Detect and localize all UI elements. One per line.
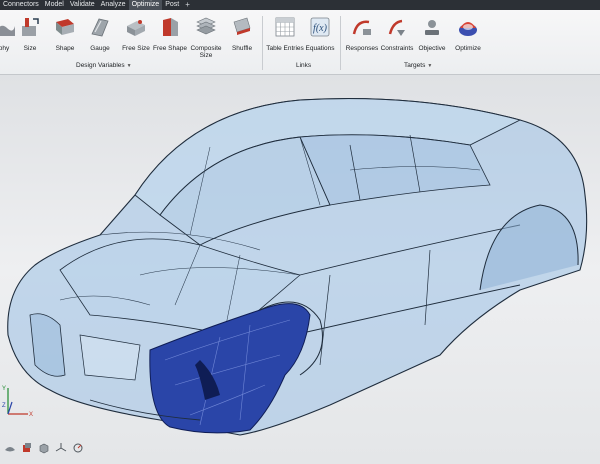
- shuffle-icon: [233, 17, 251, 35]
- equations-button[interactable]: f(x) Equations: [298, 12, 342, 52]
- size-icon: [22, 18, 39, 36]
- chevron-down-icon: ▼: [427, 63, 433, 69]
- optimize-icon: [459, 22, 477, 36]
- menu-validate[interactable]: Validate: [67, 0, 98, 10]
- menu-bar: Connectors Model Validate Analyze Optimi…: [0, 0, 600, 11]
- gauge-icon: [91, 18, 109, 37]
- targets-group-label[interactable]: Targets ▼: [404, 62, 432, 69]
- links-group-label[interactable]: Links: [296, 62, 311, 69]
- visibility-icon[interactable]: [4, 442, 16, 454]
- design-variables-group-label[interactable]: Design Variables ▼: [76, 62, 132, 69]
- graphics-viewport[interactable]: Y Z X: [0, 75, 600, 464]
- axis-icon[interactable]: [55, 442, 67, 454]
- table-icon: [275, 17, 295, 37]
- chevron-down-icon: ▼: [126, 63, 132, 69]
- menu-post[interactable]: Post: [162, 0, 182, 10]
- equations-label: Equations: [305, 45, 335, 52]
- ribbon: phy Size Shape Gauge Free Size Free Shap…: [0, 10, 600, 75]
- triad-x-label: X: [29, 412, 33, 418]
- cube-icon[interactable]: [38, 442, 50, 454]
- optimize-button[interactable]: Optimize: [446, 12, 490, 52]
- shuffle-label: Shuffle: [231, 45, 253, 52]
- add-tab-button[interactable]: +: [182, 0, 193, 10]
- responses-icon: [352, 20, 371, 35]
- axis-triad: Y Z X: [2, 386, 33, 418]
- shuffle-button[interactable]: Shuffle: [220, 12, 264, 52]
- equations-icon: f(x): [310, 17, 330, 37]
- menu-model[interactable]: Model: [42, 0, 67, 10]
- free-size-icon: [127, 20, 145, 36]
- optimize-label: Optimize: [455, 45, 481, 52]
- component-icon[interactable]: [21, 442, 33, 454]
- menu-analyze[interactable]: Analyze: [98, 0, 129, 10]
- constraints-icon: [388, 19, 405, 36]
- svg-text:f(x): f(x): [313, 23, 328, 34]
- menu-optimize[interactable]: Optimize: [128, 0, 163, 11]
- measure-icon[interactable]: [72, 442, 84, 454]
- menu-connectors[interactable]: Connectors: [0, 0, 42, 10]
- triad-y-label: Y: [2, 386, 6, 392]
- objective-icon: [425, 20, 439, 35]
- shape-icon: [56, 19, 74, 35]
- free-shape-icon: [163, 18, 178, 36]
- design-variables-label: Design Variables: [76, 62, 125, 69]
- car-body-model: [7, 98, 588, 436]
- view-toolbar: [4, 442, 84, 456]
- composite-size-icon: [196, 17, 216, 35]
- triad-z-label: Z: [2, 403, 6, 409]
- targets-label: Targets: [404, 62, 426, 69]
